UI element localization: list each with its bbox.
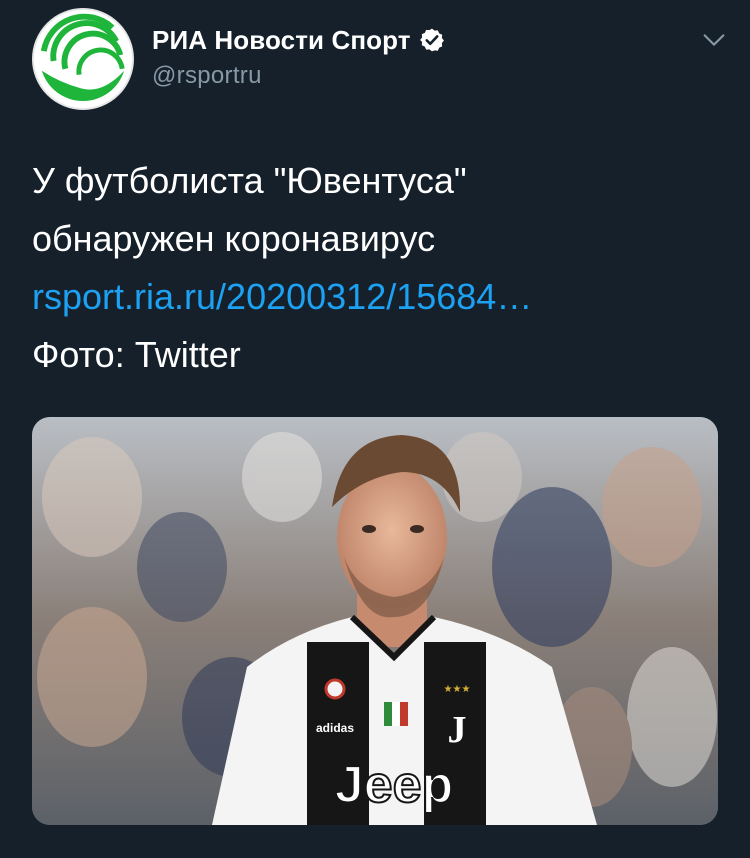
tweet-text: У футболиста "Ювентуса" обнаружен корона… [32,152,722,384]
svg-text:J: J [448,709,467,751]
tweet-text-line-1: У футболиста "Ювентуса" [32,160,467,201]
chevron-down-icon[interactable] [700,26,728,54]
tweet-media-photo[interactable]: Jeep adidas J ★★★ [32,417,718,825]
author-handle[interactable]: @rsportru [152,62,445,90]
author-display-name[interactable]: РИА Новости Спорт [152,25,411,56]
author-avatar[interactable] [32,8,134,110]
author-names: РИА Новости Спорт @rsportru [152,24,445,90]
verified-badge-icon [419,28,444,52]
ria-novosti-logo-icon [34,10,132,108]
tweet-card[interactable]: РИА Новости Спорт @rsportru У футболиста… [0,0,750,858]
display-name-row: РИА Новости Спорт [152,24,445,56]
svg-text:★★★: ★★★ [444,684,471,695]
svg-text:Jeep: Jeep [335,756,454,814]
football-player-photo-icon: Jeep adidas J ★★★ [32,417,718,825]
tweet-text-line-2: обнаружен коронавирус [32,218,436,259]
photo-credit: Фото: Twitter [32,334,241,375]
tweet-header: РИА Новости Спорт @rsportru [32,8,732,128]
svg-text:adidas: adidas [316,721,354,735]
article-link[interactable]: rsport.ria.ru/20200312/15684… [32,268,722,326]
